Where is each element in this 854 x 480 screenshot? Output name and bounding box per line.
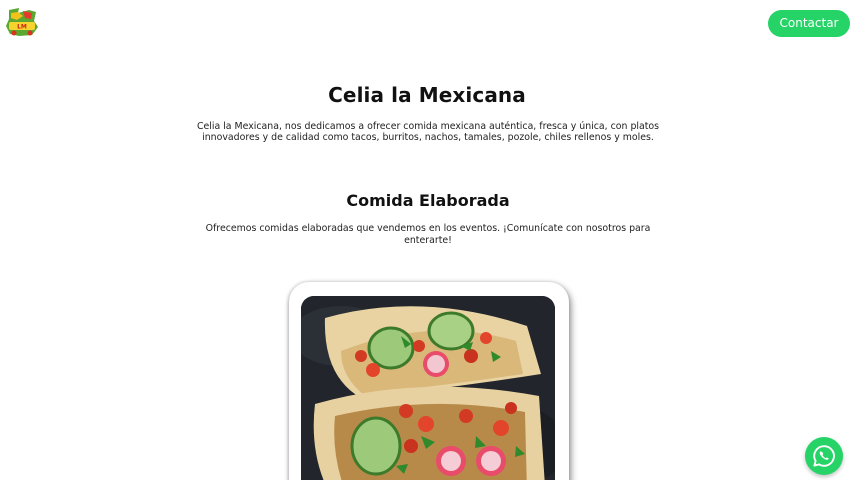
tacos-illustration bbox=[301, 296, 555, 480]
logo[interactable]: LM bbox=[5, 7, 39, 37]
page-title: Celia la Mexicana bbox=[328, 83, 526, 107]
whatsapp-icon bbox=[813, 445, 835, 467]
section-description: Ofrecemos comidas elaboradas que vendemo… bbox=[205, 223, 651, 246]
page: LM Contactar Celia la Mexicana Celia la … bbox=[0, 0, 854, 480]
logo-icon: LM bbox=[6, 8, 38, 36]
image-card bbox=[289, 282, 569, 480]
svg-text:LM: LM bbox=[17, 24, 27, 31]
section-title: Comida Elaborada bbox=[346, 191, 510, 210]
whatsapp-button[interactable] bbox=[805, 437, 843, 475]
intro-text: Celia la Mexicana, nos dedicamos a ofrec… bbox=[196, 121, 660, 143]
contact-button[interactable]: Contactar bbox=[768, 10, 850, 37]
tacos-photo bbox=[301, 296, 555, 480]
